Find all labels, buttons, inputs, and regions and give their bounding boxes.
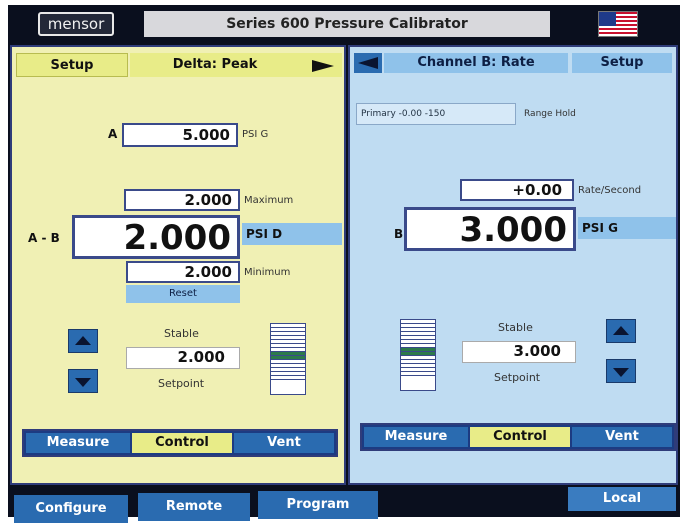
range-hold-button[interactable]: Range Hold: [524, 109, 576, 119]
title-bar: mensor Series 600 Pressure Calibrator: [8, 5, 680, 43]
channel-a-title: Delta: Peak: [172, 57, 258, 72]
us-flag-icon[interactable]: [598, 11, 638, 37]
channel-b-panel: Channel B: Rate Setup Primary -0.00 -150…: [348, 45, 678, 485]
delta-label: A - B: [28, 231, 60, 245]
configure-button[interactable]: Configure: [14, 495, 128, 523]
setpoint-up-button-b[interactable]: [606, 319, 636, 343]
arrow-up-icon: [75, 336, 91, 345]
maximum-label: Maximum: [244, 195, 294, 206]
stable-label: Stable: [164, 327, 199, 340]
local-button[interactable]: Local: [568, 487, 676, 511]
reading-a-value: 5.000: [122, 123, 238, 147]
setpoint-down-button[interactable]: [68, 369, 98, 393]
setpoint-input-b[interactable]: 3.000: [462, 341, 576, 363]
mensor-logo: mensor: [38, 12, 114, 36]
channel-a-mode-bar: Measure Control Vent: [22, 429, 338, 457]
setpoint-input[interactable]: 2.000: [126, 347, 240, 369]
reading-a-unit: PSI G: [242, 129, 269, 140]
channel-b-label: B: [394, 227, 404, 241]
setpoint-up-button[interactable]: [68, 329, 98, 353]
arrow-left-icon: [358, 57, 378, 69]
rate-value: +0.00: [460, 179, 574, 201]
arrow-left-button[interactable]: [354, 53, 382, 73]
delta-main-unit: PSI D: [242, 223, 342, 245]
stability-bargraph-b: [400, 319, 436, 391]
channel-b-main-value: 3.000: [404, 207, 576, 251]
arrow-down-icon: [75, 378, 91, 387]
minimum-value: 2.000: [126, 261, 240, 283]
channel-b-main-unit: PSI G: [578, 217, 676, 239]
measure-button-b[interactable]: Measure: [364, 427, 468, 447]
maximum-value: 2.000: [124, 189, 240, 211]
control-button-b[interactable]: Control: [470, 427, 570, 447]
channel-b-setup-button[interactable]: Setup: [572, 53, 672, 73]
reading-a-label: A: [108, 127, 118, 141]
window-title: Series 600 Pressure Calibrator: [144, 11, 550, 37]
stability-bargraph: [270, 323, 306, 395]
rate-label: Rate/Second: [578, 185, 642, 196]
setpoint-label: Setpoint: [158, 377, 205, 390]
setpoint-label-b: Setpoint: [494, 371, 541, 384]
channel-a-setup-button[interactable]: Setup: [16, 53, 128, 77]
channel-a-panel: Setup Delta: Peak A 5.000 PSI G 2.000 Ma…: [10, 45, 346, 485]
arrow-up-icon: [613, 326, 629, 335]
calibrator-screen: mensor Series 600 Pressure Calibrator Se…: [8, 5, 680, 523]
setpoint-down-button-b[interactable]: [606, 359, 636, 383]
vent-button-b[interactable]: Vent: [572, 427, 672, 447]
stable-label-b: Stable: [498, 321, 533, 334]
channel-b-title: Channel B: Rate: [384, 53, 568, 73]
arrow-down-icon: [613, 368, 629, 377]
channel-a-title-bar: Delta: Peak: [130, 53, 342, 77]
delta-main-value: 2.000: [72, 215, 240, 259]
remote-button[interactable]: Remote: [138, 493, 250, 521]
channel-b-mode-bar: Measure Control Vent: [360, 423, 676, 451]
reset-button[interactable]: Reset: [126, 285, 240, 303]
arrow-right-icon[interactable]: [312, 58, 334, 72]
program-button[interactable]: Program: [258, 491, 378, 519]
vent-button[interactable]: Vent: [234, 433, 334, 453]
minimum-label: Minimum: [244, 267, 291, 278]
control-button[interactable]: Control: [132, 433, 232, 453]
range-select[interactable]: Primary -0.00 -150: [356, 103, 516, 125]
measure-button[interactable]: Measure: [26, 433, 130, 453]
